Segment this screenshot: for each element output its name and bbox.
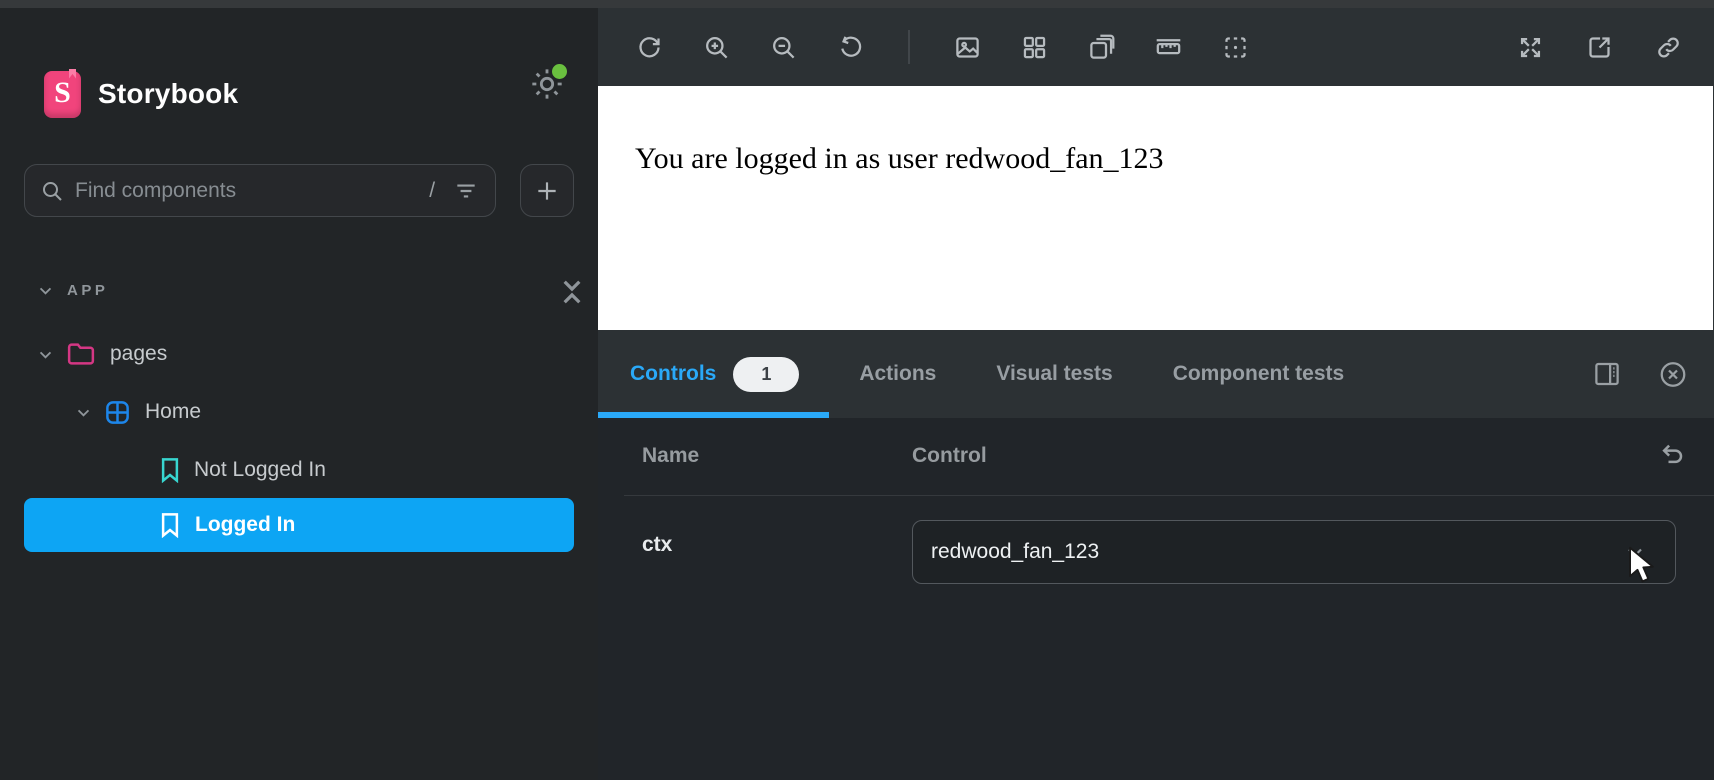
background-button[interactable] [954,34,981,61]
tab-label: Controls [630,362,716,386]
search-shortcut-key: / [429,179,435,203]
tab-actions[interactable]: Actions [829,330,966,418]
zoom-reset-button[interactable] [837,34,864,61]
sidebar-item-home[interactable]: Home [75,392,201,432]
undo-icon [1656,440,1686,470]
search-input[interactable] [75,179,423,203]
canvas-toolbar [598,8,1714,86]
grid-icon [1021,34,1048,61]
brand-row: S Storybook [44,66,564,122]
zoom-reset-icon [837,34,864,61]
tree-item-label: pages [110,342,167,366]
measure-icon [1155,34,1182,61]
tree-item-label: Home [145,400,201,424]
copy-link-icon [1655,34,1682,61]
addon-tabs: Controls 1 Actions Visual tests Componen… [598,330,1374,418]
chevron-down-icon [1623,540,1647,564]
controls-grid-header: Name Control [598,418,1714,495]
zoom-out-button[interactable] [770,34,797,61]
storybook-app: S Storybook / [0,0,1714,780]
column-header-control: Control [912,444,987,468]
plus-icon [534,178,560,204]
close-panel-button[interactable] [1658,359,1688,389]
preview-area: You are logged in as user redwood_fan_12… [598,8,1714,780]
zoom-in-icon [703,34,730,61]
create-story-button[interactable] [520,164,574,217]
chevron-down-icon [37,282,54,299]
copy-link-button[interactable] [1655,34,1682,61]
open-canvas-button[interactable] [1586,34,1613,61]
search-box[interactable]: / [24,164,496,217]
update-available-dot [550,62,569,81]
sidebar-item-logged-in-selected[interactable]: Logged In [24,498,574,552]
ctx-select-value[interactable] [913,540,1623,564]
zoom-out-icon [770,34,797,61]
storybook-logo-icon: S [44,71,81,118]
window-top-strip [0,0,1714,8]
grid-button[interactable] [1021,34,1048,61]
open-canvas-icon [1586,34,1613,61]
ctx-select-control[interactable] [912,520,1676,584]
bookmark-icon [160,512,180,538]
toolbar-left-group [636,8,1249,86]
viewport-button[interactable] [1088,34,1115,61]
viewport-icon [1088,34,1115,61]
controls-panel: Name Control ctx [598,418,1714,780]
chevron-down-icon[interactable] [37,346,54,363]
panel-position-icon [1592,359,1622,389]
sidebar-item-pages[interactable]: pages [37,334,167,374]
fullscreen-button[interactable] [1517,34,1544,61]
outline-button[interactable] [1222,34,1249,61]
control-row-ctx: ctx [598,495,1714,625]
tabbar-corner-icons [1592,330,1688,418]
search-icon [40,179,64,203]
story-rendered-text: You are logged in as user redwood_fan_12… [635,142,1164,176]
tab-component-tests[interactable]: Component tests [1143,330,1375,418]
collapse-all-icon [554,270,590,314]
filter-icon[interactable] [453,178,479,204]
controls-count-badge: 1 [733,357,799,392]
tab-label: Visual tests [996,362,1112,386]
tree-item-label: Logged In [195,513,295,537]
tab-label: Actions [859,362,936,386]
tab-label: Component tests [1173,362,1345,386]
sidebar-item-not-logged-in[interactable]: Not Logged In [148,450,326,490]
remount-icon [636,34,663,61]
search-row: / [24,164,574,217]
close-panel-icon [1658,359,1688,390]
zoom-in-button[interactable] [703,34,730,61]
brand-title: Storybook [98,78,238,110]
column-header-name: Name [642,444,699,468]
folder-icon [66,341,96,367]
reset-controls-button[interactable] [1656,440,1686,470]
collapse-all-button[interactable] [554,270,590,314]
fullscreen-icon [1517,34,1544,61]
logo-letter: S [54,76,71,110]
settings-menu-button[interactable] [527,64,571,106]
outline-icon [1222,34,1249,61]
component-icon [104,399,131,426]
arg-name: ctx [642,533,672,557]
tree-item-label: Not Logged In [194,458,326,482]
addon-panel-tabbar: Controls 1 Actions Visual tests Componen… [598,330,1714,418]
tab-controls[interactable]: Controls 1 [598,330,829,418]
tab-visual-tests[interactable]: Visual tests [966,330,1142,418]
bookmark-icon [160,457,180,483]
toolbar-right-group [1517,8,1682,86]
section-label: APP [67,282,108,299]
sidebar: S Storybook / [0,8,598,780]
story-canvas[interactable]: You are logged in as user redwood_fan_12… [598,86,1713,330]
panel-position-button[interactable] [1592,359,1622,389]
background-icon [954,34,981,61]
measure-button[interactable] [1155,34,1182,61]
toolbar-separator [908,30,910,64]
chevron-down-icon[interactable] [75,404,92,421]
remount-button[interactable] [636,34,663,61]
sidebar-section-app[interactable]: APP [24,274,574,306]
